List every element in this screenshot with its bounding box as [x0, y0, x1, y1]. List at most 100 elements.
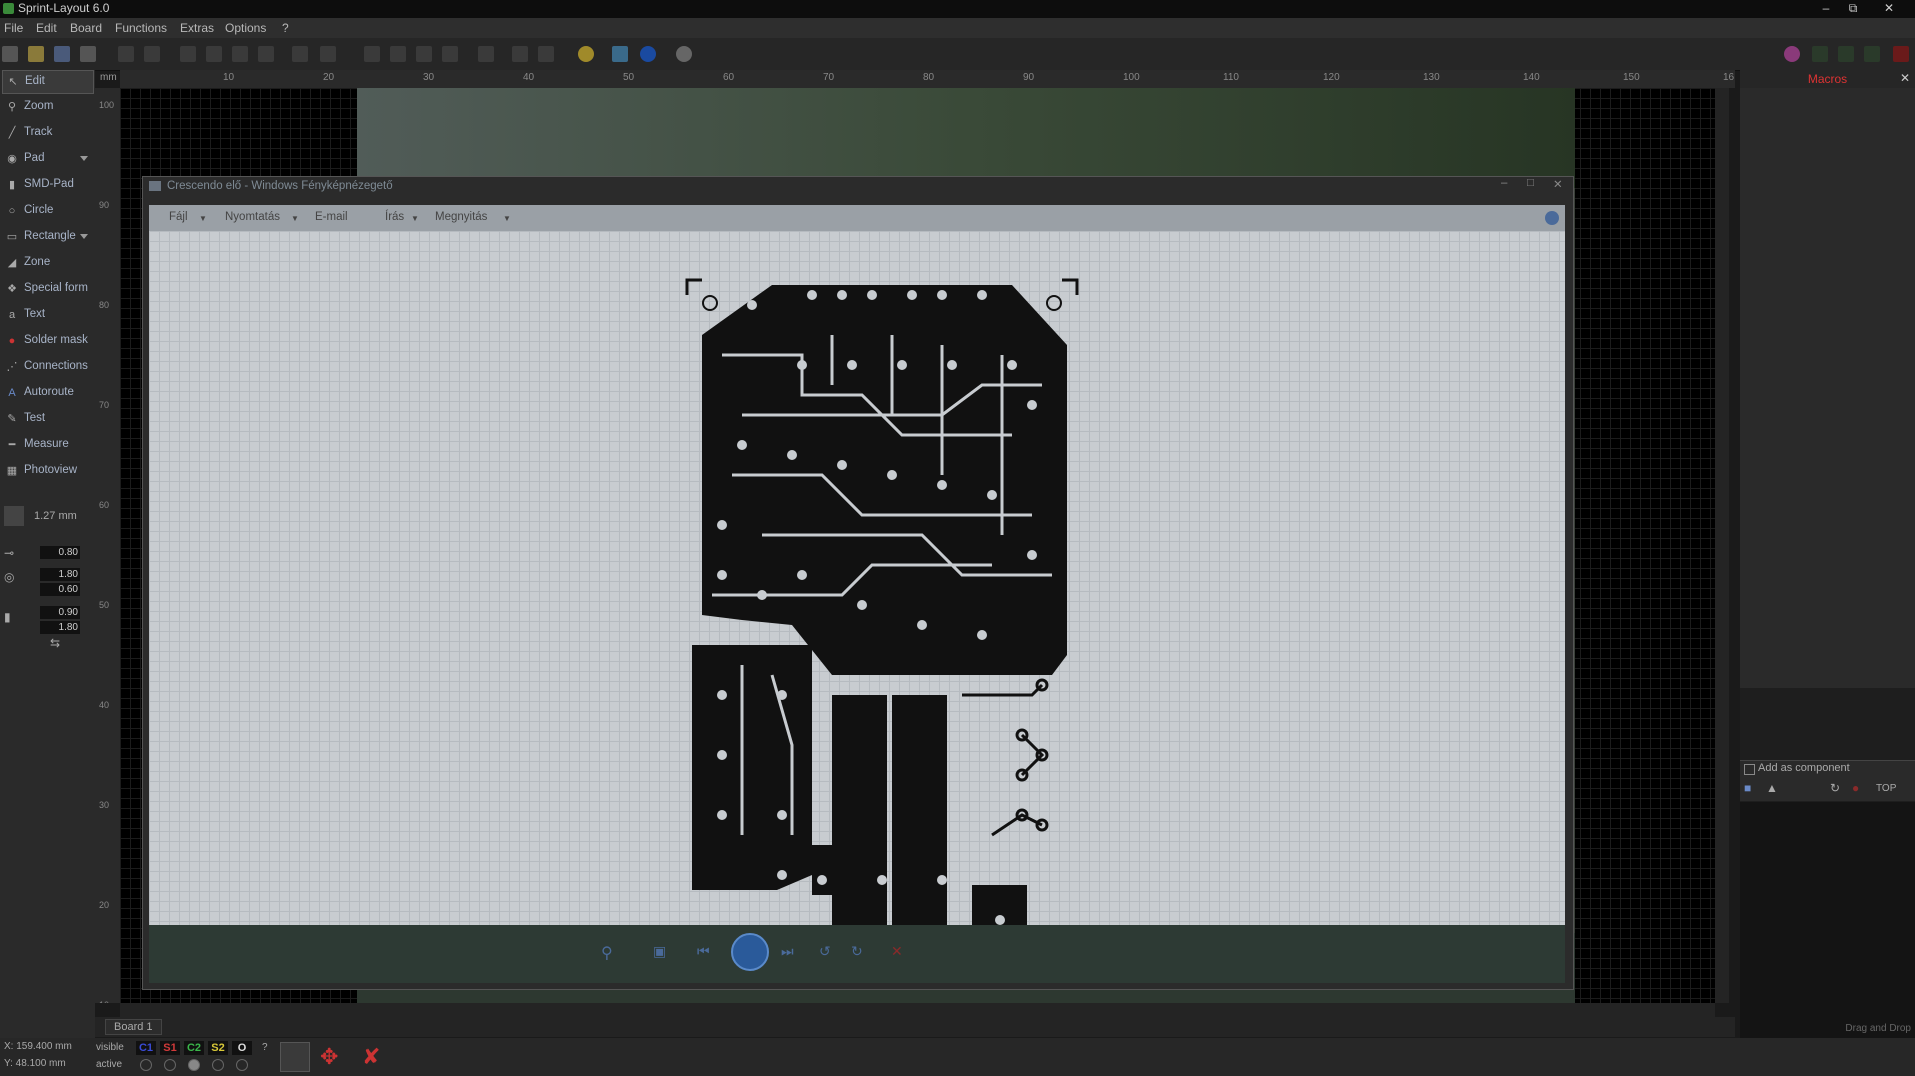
tool-test[interactable]: ✎ Test	[2, 408, 92, 430]
pcb-workspace[interactable]: Crescendo elő - Windows Fényképnézegető …	[120, 88, 1715, 1003]
active-o-radio[interactable]	[236, 1059, 248, 1071]
mirror-icon[interactable]	[364, 46, 380, 62]
tool-solder-mask[interactable]: ● Solder mask	[2, 330, 92, 352]
viewer-menu-email[interactable]: E-mail	[315, 211, 348, 223]
pad-outer-value[interactable]: 1.80	[40, 568, 80, 581]
viewer-menu-write[interactable]: Írás	[385, 211, 404, 223]
viewer-minimize-icon[interactable]: –	[1501, 177, 1507, 189]
tool-measure[interactable]: ━ Measure	[2, 434, 92, 456]
viewer-menu-open[interactable]: Megnyitás	[435, 211, 487, 223]
align-icon[interactable]	[390, 46, 406, 62]
copy-icon[interactable]	[206, 46, 222, 62]
layer-c2[interactable]: C2	[184, 1041, 204, 1055]
previous-icon[interactable]: ⏮	[697, 943, 710, 960]
mask-icon[interactable]	[512, 46, 528, 62]
layer-o[interactable]: O	[232, 1041, 252, 1055]
horizontal-scrollbar[interactable]	[120, 1003, 1715, 1017]
rotate-right-icon[interactable]: ↻	[851, 943, 863, 960]
vertical-scrollbar[interactable]	[1715, 88, 1729, 1003]
duplicate-icon[interactable]	[292, 46, 308, 62]
add-component-checkbox[interactable]	[1744, 764, 1755, 775]
tool-zone[interactable]: ◢ Zone	[2, 252, 92, 274]
tool-pad[interactable]: ◉ Pad	[2, 148, 92, 170]
crop-icon[interactable]	[612, 46, 628, 62]
refresh-icon[interactable]: ↻	[1830, 781, 1840, 795]
active-s1-radio[interactable]	[164, 1059, 176, 1071]
settings-icon[interactable]	[442, 46, 458, 62]
layer-s1[interactable]: S1	[160, 1041, 180, 1055]
layer-c1[interactable]: C1	[136, 1041, 156, 1055]
trash-icon[interactable]: ▲	[1766, 781, 1778, 795]
tool-edit[interactable]: ↖ Edit	[2, 70, 94, 94]
check-icon[interactable]	[1838, 46, 1854, 62]
tab-board-1[interactable]: Board 1	[105, 1019, 162, 1035]
help-icon[interactable]	[1545, 211, 1559, 225]
gear-icon[interactable]	[676, 46, 692, 62]
minimize-icon[interactable]: –	[1813, 0, 1839, 18]
menu-file[interactable]: File	[4, 21, 23, 35]
exit-icon[interactable]	[1893, 46, 1909, 62]
paste-icon[interactable]	[232, 46, 248, 62]
print-icon[interactable]	[80, 46, 96, 62]
track-width-value[interactable]: 0.80	[40, 546, 80, 559]
menu-edit[interactable]: Edit	[36, 21, 57, 35]
tool-zoom[interactable]: ⚲ Zoom	[2, 96, 92, 118]
active-c2-radio[interactable]	[188, 1059, 200, 1071]
layer-s2[interactable]: S2	[208, 1041, 228, 1055]
component-icon[interactable]	[478, 46, 494, 62]
slideshow-icon[interactable]	[731, 933, 769, 971]
rubberband-icon[interactable]	[280, 1042, 310, 1072]
chevron-down-icon[interactable]	[80, 156, 88, 161]
rotate-left-icon[interactable]: ↺	[819, 943, 831, 960]
tool-photoview[interactable]: ▦ Photoview	[2, 460, 92, 482]
next-icon[interactable]: ⏭	[781, 943, 794, 960]
r1-icon[interactable]	[1812, 46, 1828, 62]
drc-icon[interactable]	[1864, 46, 1880, 62]
save-icon[interactable]	[54, 46, 70, 62]
no-connection-icon[interactable]: ✘	[362, 1044, 380, 1070]
viewer-menu-print[interactable]: Nyomtatás	[225, 211, 280, 223]
viewer-maximize-icon[interactable]: □	[1527, 177, 1534, 189]
active-s2-radio[interactable]	[212, 1059, 224, 1071]
grid-icon[interactable]	[4, 506, 24, 526]
tool-track[interactable]: ╱ Track	[2, 122, 92, 144]
tool-smd-pad[interactable]: ▮ SMD-Pad	[2, 174, 92, 196]
save-icon[interactable]: ■	[1744, 781, 1751, 795]
close-icon[interactable]: ✕	[1876, 0, 1902, 18]
tool-autoroute[interactable]: A Autoroute	[2, 382, 92, 404]
new-icon[interactable]	[2, 46, 18, 62]
help-icon[interactable]: ?	[262, 1042, 268, 1053]
delete-icon[interactable]	[258, 46, 274, 62]
top-label[interactable]: TOP	[1876, 783, 1896, 794]
photo-viewer-window[interactable]: Crescendo elő - Windows Fényképnézegető …	[142, 176, 1574, 990]
tool-rectangle[interactable]: ▭ Rectangle	[2, 226, 92, 248]
active-c1-radio[interactable]	[140, 1059, 152, 1071]
rotate-icon[interactable]	[320, 46, 336, 62]
mask2-icon[interactable]	[538, 46, 554, 62]
smd-width-value[interactable]: 0.90	[40, 606, 80, 619]
tool-circle[interactable]: ○ Circle	[2, 200, 92, 222]
pink-circle-icon[interactable]	[1784, 46, 1800, 62]
zoom-icon[interactable]: ⚲	[601, 943, 613, 963]
smd-height-value[interactable]: 1.80	[40, 621, 80, 634]
undo-icon[interactable]	[118, 46, 134, 62]
redo-icon[interactable]	[144, 46, 160, 62]
info-icon[interactable]	[640, 46, 656, 62]
macros-tree[interactable]	[1740, 88, 1915, 688]
menu-functions[interactable]: Functions	[115, 21, 167, 35]
tool-connections[interactable]: ⋰ Connections	[2, 356, 92, 378]
viewer-menu-file[interactable]: Fájl	[169, 211, 188, 223]
cut-icon[interactable]	[180, 46, 196, 62]
restore-icon[interactable]: ⧉	[1840, 0, 1866, 18]
menu-extras[interactable]: Extras	[180, 21, 214, 35]
record-icon[interactable]: ●	[1852, 781, 1859, 795]
crosshair-icon[interactable]: ✥	[320, 1044, 338, 1070]
macros-close-icon[interactable]: ✕	[1900, 71, 1910, 85]
tool-special-form[interactable]: ❖ Special form	[2, 278, 92, 300]
menu-board[interactable]: Board	[70, 21, 102, 35]
menu-help[interactable]: ?	[282, 21, 289, 35]
swap-icon[interactable]: ⇆	[50, 636, 60, 650]
chevron-down-icon[interactable]	[80, 234, 88, 239]
fit-icon[interactable]: ▣	[653, 943, 666, 960]
menu-options[interactable]: Options	[225, 21, 266, 35]
